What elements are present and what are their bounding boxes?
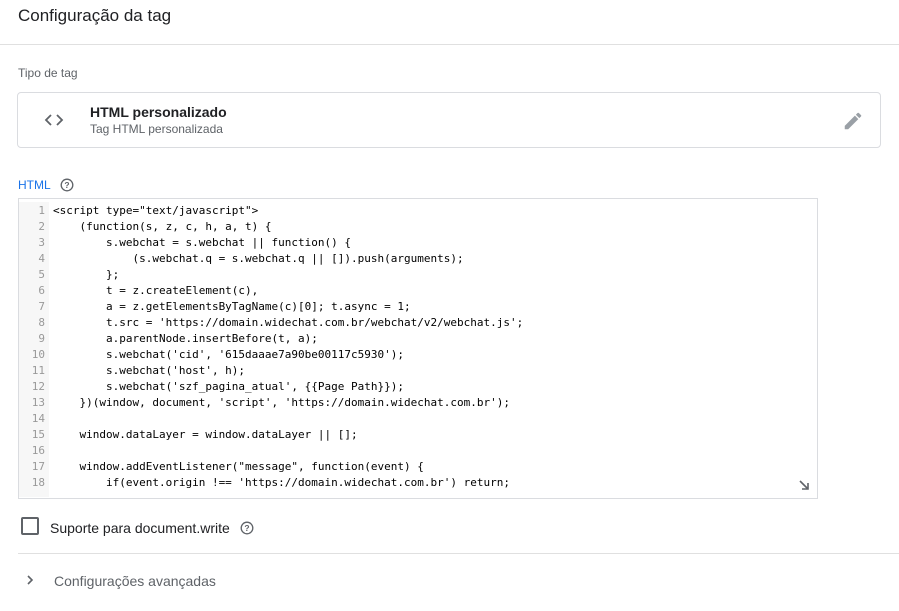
code-text: window.addEventListener("message", funct… [53,460,424,473]
code-text: s.webchat('cid', '615daaae7a90be00117c59… [53,348,404,361]
code-text: (function(s, z, c, h, a, t) { [53,220,272,233]
code-icon [44,114,64,126]
code-text: window.dataLayer = window.dataLayer || [… [53,428,358,441]
code-line: 11 s.webchat('host', h); [19,363,817,379]
code-text: <script type="text/javascript"> [53,204,259,217]
svg-text:?: ? [64,180,69,190]
code-line: 4 (s.webchat.q = s.webchat.q || []).push… [19,251,817,267]
code-line: 9 a.parentNode.insertBefore(t, a); [19,331,817,347]
code-text: (s.webchat.q = s.webchat.q || []).push(a… [53,252,464,265]
code-line: 10 s.webchat('cid', '615daaae7a90be00117… [19,347,817,363]
tag-type-name: HTML personalizado [90,104,227,120]
code-line: 16 [19,443,817,459]
line-number: 10 [31,348,45,361]
document-write-label[interactable]: Suporte para document.write [50,520,230,536]
line-number: 3 [38,236,45,249]
code-line: 13 })(window, document, 'script', 'https… [19,395,817,411]
code-text: s.webchat('szf_pagina_atual', {{Page Pat… [53,380,404,393]
pencil-icon[interactable] [842,110,864,132]
code-text: a = z.getElementsByTagName(c)[0]; t.asyn… [53,300,411,313]
html-field-label: HTML [18,178,51,192]
line-number: 17 [31,460,45,473]
code-line: 12 s.webchat('szf_pagina_atual', {{Page … [19,379,817,395]
divider [18,553,899,554]
page-title: Configuração da tag [18,6,172,25]
line-number: 4 [38,252,45,265]
resize-handle-icon[interactable] [797,478,811,492]
code-text: s.webchat = s.webchat || function() { [53,236,352,249]
code-lines: 1 <script type="text/javascript"> 2 (funct… [19,203,817,491]
code-text: if(event.origin !== 'https://domain.wide… [53,476,510,489]
line-number: 1 [38,204,45,217]
code-line: 8 t.src = 'https://domain.widechat.com.b… [19,315,817,331]
line-number: 12 [31,380,45,393]
line-number: 15 [31,428,45,441]
html-code-editor[interactable]: 1 <script type="text/javascript"> 2 (funct… [18,198,818,499]
line-number: 18 [31,476,45,489]
code-line: 2 (function(s, z, c, h, a, t) { [19,219,817,235]
code-line: 1 <script type="text/javascript"> [19,203,817,219]
code-line: 6 t = z.createElement(c), [19,283,817,299]
line-number: 2 [38,220,45,233]
document-write-checkbox[interactable] [21,517,39,535]
help-icon[interactable]: ? [240,521,254,535]
code-line: 7 a = z.getElementsByTagName(c)[0]; t.as… [19,299,817,315]
code-text: }; [53,268,120,281]
tag-type-card[interactable]: HTML personalizado Tag HTML personalizad… [17,92,881,148]
svg-text:?: ? [244,523,249,533]
chevron-right-icon[interactable] [24,573,36,587]
line-number: 6 [38,284,45,297]
code-text: t.src = 'https://domain.widechat.com.br/… [53,316,524,329]
line-number: 16 [31,444,45,457]
line-number: 9 [38,332,45,345]
line-number: 13 [31,396,45,409]
code-text: a.parentNode.insertBefore(t, a); [53,332,318,345]
line-number: 11 [31,364,45,377]
code-text: t = z.createElement(c), [53,284,259,297]
line-number: 7 [38,300,45,313]
code-text: s.webchat('host', h); [53,364,246,377]
code-line: 15 window.dataLayer = window.dataLayer |… [19,427,817,443]
tag-type-section-label: Tipo de tag [18,66,78,80]
code-line: 5 }; [19,267,817,283]
code-text: })(window, document, 'script', 'https://… [53,396,510,409]
code-line: 3 s.webchat = s.webchat || function() { [19,235,817,251]
tag-type-subtitle: Tag HTML personalizada [90,122,223,136]
advanced-settings-toggle[interactable]: Configurações avançadas [54,573,216,589]
line-number: 5 [38,268,45,281]
help-icon[interactable]: ? [60,178,74,192]
line-number: 8 [38,316,45,329]
panel-header: Configuração da tag [0,0,899,45]
code-line: 14 [19,411,817,427]
code-line: 18 if(event.origin !== 'https://domain.w… [19,475,817,491]
code-line: 17 window.addEventListener("message", fu… [19,459,817,475]
line-number: 14 [31,412,45,425]
